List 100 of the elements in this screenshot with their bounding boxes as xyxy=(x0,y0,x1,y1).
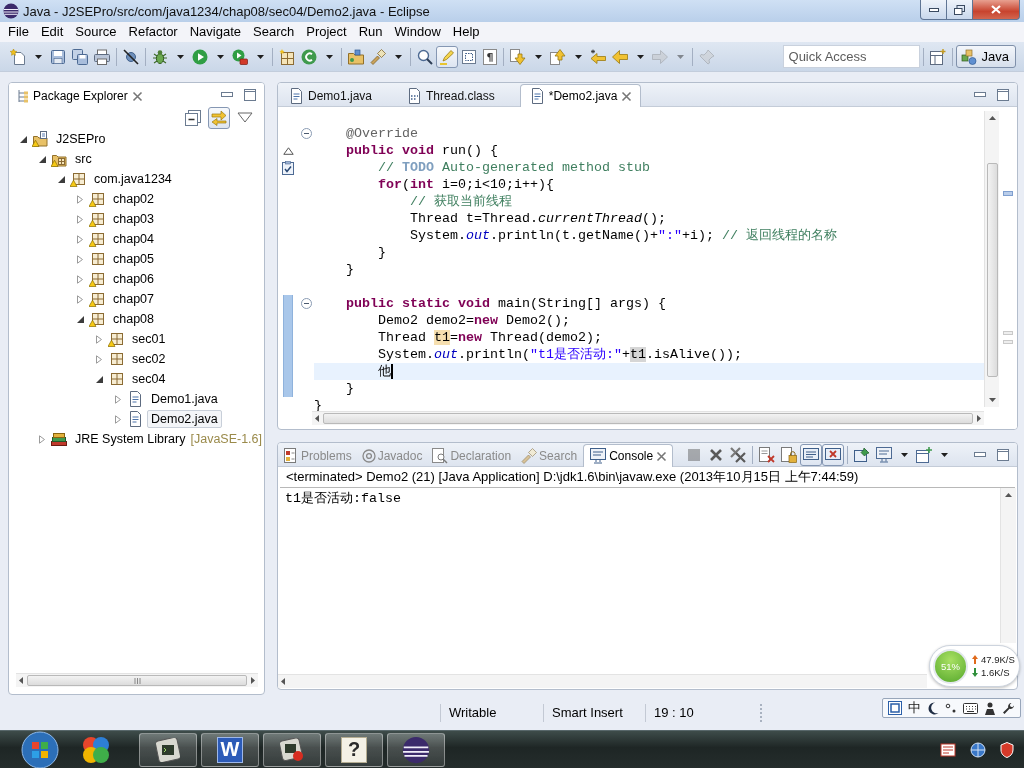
caret-left-icon[interactable] xyxy=(315,415,319,422)
restore-button[interactable] xyxy=(946,0,973,20)
tree-item[interactable]: src xyxy=(71,150,96,168)
triangle-icon[interactable] xyxy=(19,135,27,143)
menu-item[interactable]: Edit xyxy=(34,22,70,42)
caret-up-icon[interactable] xyxy=(988,116,996,120)
code-line: 他 xyxy=(377,363,391,380)
menu-item[interactable]: Source xyxy=(69,22,123,42)
minus-circle-icon[interactable] xyxy=(300,298,312,309)
vertical-scrollbar[interactable] xyxy=(984,111,999,407)
triangle-icon[interactable] xyxy=(57,175,65,183)
overview-marker[interactable] xyxy=(1003,331,1013,335)
class-file-icon xyxy=(406,88,423,104)
scrollbar-thumb[interactable] xyxy=(27,675,247,686)
terminal-icon xyxy=(156,737,180,762)
taskbar-button[interactable] xyxy=(263,732,321,767)
close-button[interactable] xyxy=(972,0,1020,20)
hierarchy-icon xyxy=(17,89,29,103)
console-output: t1是否活动:false xyxy=(285,490,402,507)
tree-item[interactable]: sec01 xyxy=(128,330,170,348)
caret-left-icon[interactable] xyxy=(281,678,285,685)
overview-marker[interactable] xyxy=(1003,191,1013,196)
input-mode[interactable]: 中 xyxy=(908,699,921,717)
caret-left-icon[interactable] xyxy=(19,677,23,684)
scrollbar-thumb[interactable] xyxy=(986,163,998,377)
tree-item[interactable]: chap03 xyxy=(109,210,158,228)
code-line: } xyxy=(314,397,322,411)
menu-item[interactable]: Window xyxy=(388,22,447,42)
menu-item[interactable]: Help xyxy=(446,22,486,42)
caret-right-icon[interactable] xyxy=(251,677,255,684)
keyboard-icon[interactable] xyxy=(963,702,978,714)
tree-item[interactable]: JRE System Library xyxy=(71,430,190,448)
vertical-scrollbar[interactable] xyxy=(1000,488,1016,643)
dots-icon[interactable] xyxy=(945,702,957,714)
menu-item[interactable]: Project xyxy=(300,22,353,42)
minimize-button[interactable] xyxy=(920,0,947,20)
close-icon[interactable] xyxy=(131,90,143,102)
tree-item[interactable]: chap02 xyxy=(109,190,158,208)
view-tab[interactable]: Console xyxy=(583,444,674,467)
editor-tab[interactable]: Thread.class xyxy=(397,84,520,107)
menu-item[interactable]: Navigate xyxy=(183,22,247,42)
wrench-icon[interactable] xyxy=(1002,701,1015,715)
close-icon[interactable] xyxy=(656,450,668,462)
code-line: } xyxy=(345,380,354,397)
tree-item[interactable]: Demo2.java xyxy=(147,410,222,428)
taskbar-button[interactable] xyxy=(139,732,197,767)
tree-item[interactable]: chap06 xyxy=(109,270,158,288)
editor-tab[interactable]: *Demo2.java xyxy=(519,84,642,107)
minus-circle-icon[interactable] xyxy=(300,128,312,139)
menu-item[interactable]: Refactor xyxy=(122,22,184,42)
triangle-icon[interactable] xyxy=(38,155,46,163)
person-icon[interactable] xyxy=(984,701,996,715)
list-document-icon[interactable] xyxy=(940,741,956,758)
menu-item[interactable]: Run xyxy=(352,22,389,42)
shield-icon[interactable] xyxy=(1000,741,1014,758)
scrollbar-thumb[interactable] xyxy=(323,413,973,424)
tree-item[interactable]: chap04 xyxy=(109,230,158,248)
menu-item[interactable]: File xyxy=(2,22,35,42)
taskbar-button[interactable]: W xyxy=(201,732,259,767)
ring-icon xyxy=(361,449,376,463)
quick-access-field[interactable]: Quick Access xyxy=(782,45,920,68)
code-line: @Override xyxy=(345,125,418,142)
tree-item[interactable]: chap07 xyxy=(109,290,158,308)
globe-icon[interactable] xyxy=(970,741,986,758)
close-icon[interactable] xyxy=(621,90,633,102)
editor-tab[interactable]: Demo1.java xyxy=(279,84,398,107)
perspective-button[interactable]: Java xyxy=(955,45,1016,68)
page-search-icon xyxy=(432,448,449,464)
tree-item[interactable]: chap08 xyxy=(109,310,158,328)
tree-item[interactable]: chap05 xyxy=(109,250,158,268)
tree-item[interactable]: com.java1234 xyxy=(90,170,176,188)
text-cursor xyxy=(391,364,393,379)
triangle-icon[interactable] xyxy=(76,315,84,323)
menu-item[interactable]: Search xyxy=(247,22,301,42)
monitor-icon xyxy=(590,448,607,464)
caret-right-icon[interactable] xyxy=(977,415,981,422)
sphere-icon xyxy=(3,3,19,19)
code-line: Demo2 demo2=new Demo2(); xyxy=(377,312,570,329)
crescent-moon-icon[interactable] xyxy=(927,701,939,715)
code-line: Thread t=Thread.currentThread(); xyxy=(408,210,666,227)
status-text: 19 : 10 xyxy=(654,705,694,720)
tree-item[interactable]: Demo1.java xyxy=(147,390,222,408)
horizontal-scrollbar[interactable] xyxy=(312,411,984,425)
shapes-icon xyxy=(960,48,977,65)
taskbar-button[interactable]: ? xyxy=(325,732,383,767)
caret-up-icon[interactable] xyxy=(1005,493,1012,497)
overview-marker[interactable] xyxy=(1003,340,1013,344)
code-line: // TODO Auto-generated method stub xyxy=(377,159,650,176)
tree-item[interactable]: sec04 xyxy=(128,370,170,388)
nested-squares-icon[interactable] xyxy=(888,701,902,715)
caret-down-icon[interactable] xyxy=(988,398,996,402)
tree-item[interactable]: sec02 xyxy=(128,350,170,368)
horizontal-scrollbar[interactable] xyxy=(278,674,927,688)
taskbar-button[interactable] xyxy=(387,732,445,767)
code-line: public void run() { xyxy=(345,142,498,159)
network-monitor[interactable]: 51% 47.9K/S 1.6K/S xyxy=(929,645,1020,687)
horizontal-scrollbar[interactable] xyxy=(16,673,258,687)
maximize-icon xyxy=(997,448,1009,461)
tree-item[interactable]: J2SEPro xyxy=(52,130,110,148)
triangle-icon[interactable] xyxy=(95,375,103,383)
